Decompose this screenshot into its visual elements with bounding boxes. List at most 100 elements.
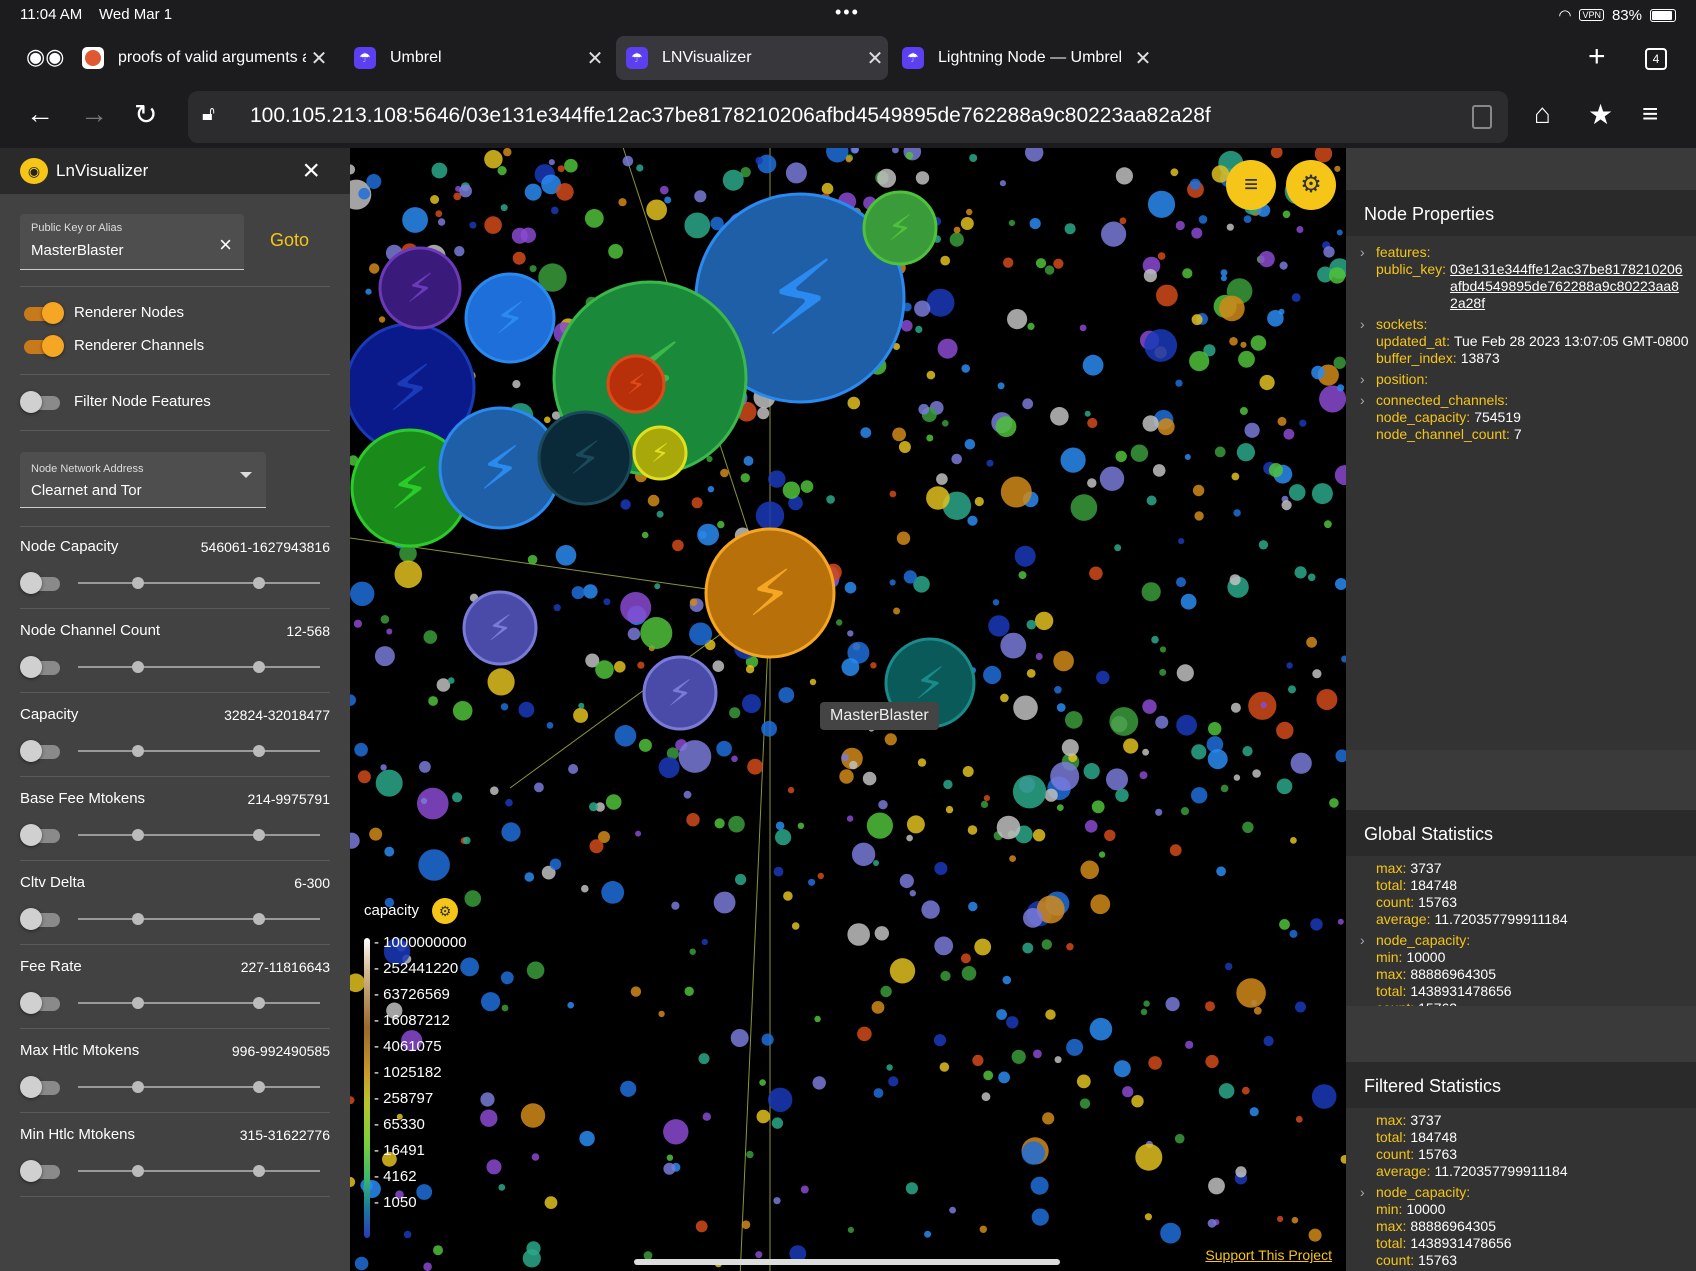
tab-close-icon[interactable]: ✕: [862, 46, 888, 71]
node-circle[interactable]: [627, 627, 641, 641]
node-circle[interactable]: [1194, 511, 1204, 521]
node-circle[interactable]: [1143, 1000, 1150, 1007]
node-circle[interactable]: [979, 1225, 987, 1234]
menu-hamburger-icon[interactable]: ≡: [1642, 98, 1658, 130]
node-circle[interactable]: [1143, 269, 1157, 283]
node-circle[interactable]: [1324, 520, 1332, 529]
node-circle[interactable]: [728, 815, 745, 833]
node-circle[interactable]: [1312, 669, 1322, 679]
node-circle[interactable]: [1056, 804, 1064, 811]
node-circle[interactable]: [1290, 837, 1297, 844]
node-circle[interactable]: [614, 661, 626, 673]
node-circle[interactable]: [1218, 1083, 1235, 1099]
support-project-link[interactable]: Support This Project: [1205, 1247, 1332, 1263]
node-circle[interactable]: [755, 501, 785, 530]
node-circle[interactable]: [1240, 341, 1247, 348]
node-circle[interactable]: [782, 481, 801, 499]
node-circle[interactable]: [873, 860, 879, 866]
node-circle[interactable]: [1288, 484, 1306, 501]
node-circle[interactable]: [481, 992, 501, 1012]
node-circle[interactable]: [884, 733, 897, 746]
node-circle[interactable]: [707, 486, 715, 493]
node-circle[interactable]: [905, 1182, 919, 1195]
expandable-property[interactable]: node_capacity:: [1346, 932, 1696, 949]
node-circle[interactable]: [595, 660, 614, 679]
node-circle[interactable]: [484, 150, 503, 169]
node-circle[interactable]: [1141, 582, 1161, 602]
node-circle[interactable]: [614, 725, 637, 747]
node-circle[interactable]: [847, 1226, 854, 1233]
node-circle[interactable]: [618, 198, 627, 207]
node-circle[interactable]: [480, 1092, 495, 1107]
node-circle[interactable]: [1184, 454, 1191, 460]
node-circle[interactable]: [1175, 220, 1185, 231]
node-circle[interactable]: [1054, 686, 1062, 694]
node-circle[interactable]: [1334, 165, 1341, 172]
node-circle[interactable]: [841, 658, 860, 676]
node-circle[interactable]: [1219, 295, 1245, 322]
node-circle[interactable]: [716, 740, 732, 757]
node-circle[interactable]: [1146, 495, 1157, 506]
node-circle[interactable]: [418, 849, 450, 881]
node-circle[interactable]: [567, 1001, 574, 1009]
node-circle[interactable]: [1185, 1040, 1194, 1049]
node-circle[interactable]: [501, 822, 521, 842]
tab-close-icon[interactable]: ✕: [1130, 46, 1156, 71]
node-circle[interactable]: [384, 846, 395, 857]
node-circle[interactable]: [486, 1159, 502, 1175]
node-circle[interactable]: [1182, 268, 1193, 279]
node-circle[interactable]: [1170, 168, 1179, 177]
node-circle[interactable]: [672, 539, 684, 552]
node-circle[interactable]: [1025, 148, 1044, 162]
node-circle[interactable]: [915, 325, 923, 333]
node-circle[interactable]: [1042, 1112, 1055, 1125]
node-circle[interactable]: [814, 1015, 821, 1023]
node-circle[interactable]: [1258, 251, 1275, 268]
expandable-property[interactable]: position:: [1346, 371, 1696, 388]
node-circle[interactable]: [892, 148, 899, 154]
node-circle[interactable]: [658, 757, 680, 778]
node-circle[interactable]: [847, 396, 861, 410]
node-circle[interactable]: [731, 755, 738, 763]
node-circle[interactable]: [1076, 1074, 1091, 1089]
home-icon[interactable]: ⌂: [1534, 98, 1551, 130]
expandable-property[interactable]: sockets:: [1346, 316, 1696, 333]
node-circle[interactable]: [1115, 788, 1129, 802]
node-circle[interactable]: [1115, 450, 1127, 463]
filter-enable-toggle[interactable]: [20, 992, 64, 1014]
node-circle[interactable]: [862, 771, 877, 786]
node-circle[interactable]: [1029, 218, 1041, 230]
node-circle[interactable]: [1178, 538, 1185, 545]
reader-view-icon[interactable]: [1472, 105, 1492, 129]
node-circle[interactable]: [437, 218, 446, 226]
node-circle[interactable]: [1122, 1086, 1134, 1098]
node-circle[interactable]: [889, 958, 916, 984]
node-circle[interactable]: [1159, 646, 1167, 653]
tab-count-button[interactable]: 4: [1645, 48, 1667, 70]
node-circle[interactable]: [787, 786, 795, 794]
node-circle[interactable]: [1000, 476, 1032, 508]
slider-max-handle[interactable]: [253, 913, 265, 925]
node-circle[interactable]: [966, 208, 973, 216]
legend-settings-gear-icon[interactable]: ⚙: [432, 898, 458, 924]
node-circle[interactable]: [1231, 472, 1240, 481]
node-circle[interactable]: [1159, 668, 1167, 676]
node-circle[interactable]: [573, 707, 589, 723]
node-circle[interactable]: [433, 1245, 443, 1256]
node-circle[interactable]: [556, 183, 574, 201]
node-circle[interactable]: [684, 212, 711, 239]
node-circle[interactable]: [1252, 769, 1261, 778]
filter-enable-toggle[interactable]: [20, 1160, 64, 1182]
node-circle[interactable]: [1119, 217, 1127, 225]
node-circle[interactable]: [1241, 1086, 1250, 1095]
node-circle[interactable]: [924, 1230, 932, 1238]
node-circle[interactable]: [1082, 354, 1104, 376]
node-circle[interactable]: [428, 696, 438, 706]
expandable-property[interactable]: connected_channels:: [1346, 392, 1696, 409]
node-circle[interactable]: [1323, 246, 1335, 258]
node-circle[interactable]: [380, 615, 390, 624]
node-circle[interactable]: [893, 607, 901, 615]
node-circle[interactable]: [512, 380, 521, 389]
node-circle[interactable]: [1064, 223, 1076, 235]
node-circle[interactable]: [1306, 636, 1317, 648]
